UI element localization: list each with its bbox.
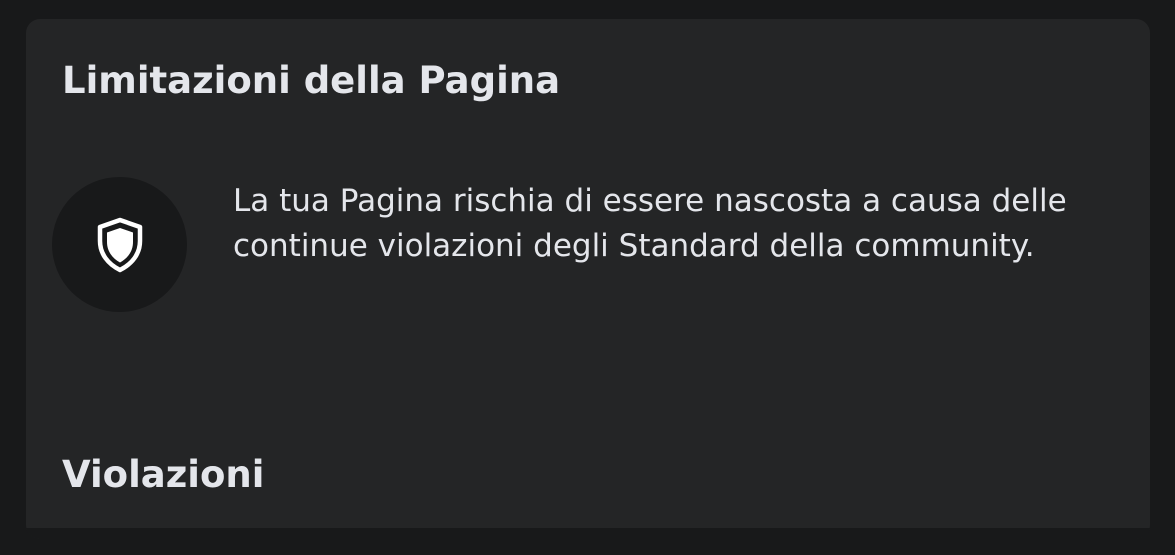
page-risk-message: La tua Pagina rischia di essere nascosta… xyxy=(233,183,1067,264)
violations-title: Violazioni xyxy=(62,453,265,496)
shield-icon xyxy=(95,217,145,273)
shield-icon-circle xyxy=(52,177,187,312)
page-limitations-card: Limitazioni della Pagina La tua Pagina r… xyxy=(26,19,1150,539)
page-limitations-title: Limitazioni della Pagina xyxy=(62,59,561,102)
card-bottom-divider xyxy=(26,528,1150,539)
